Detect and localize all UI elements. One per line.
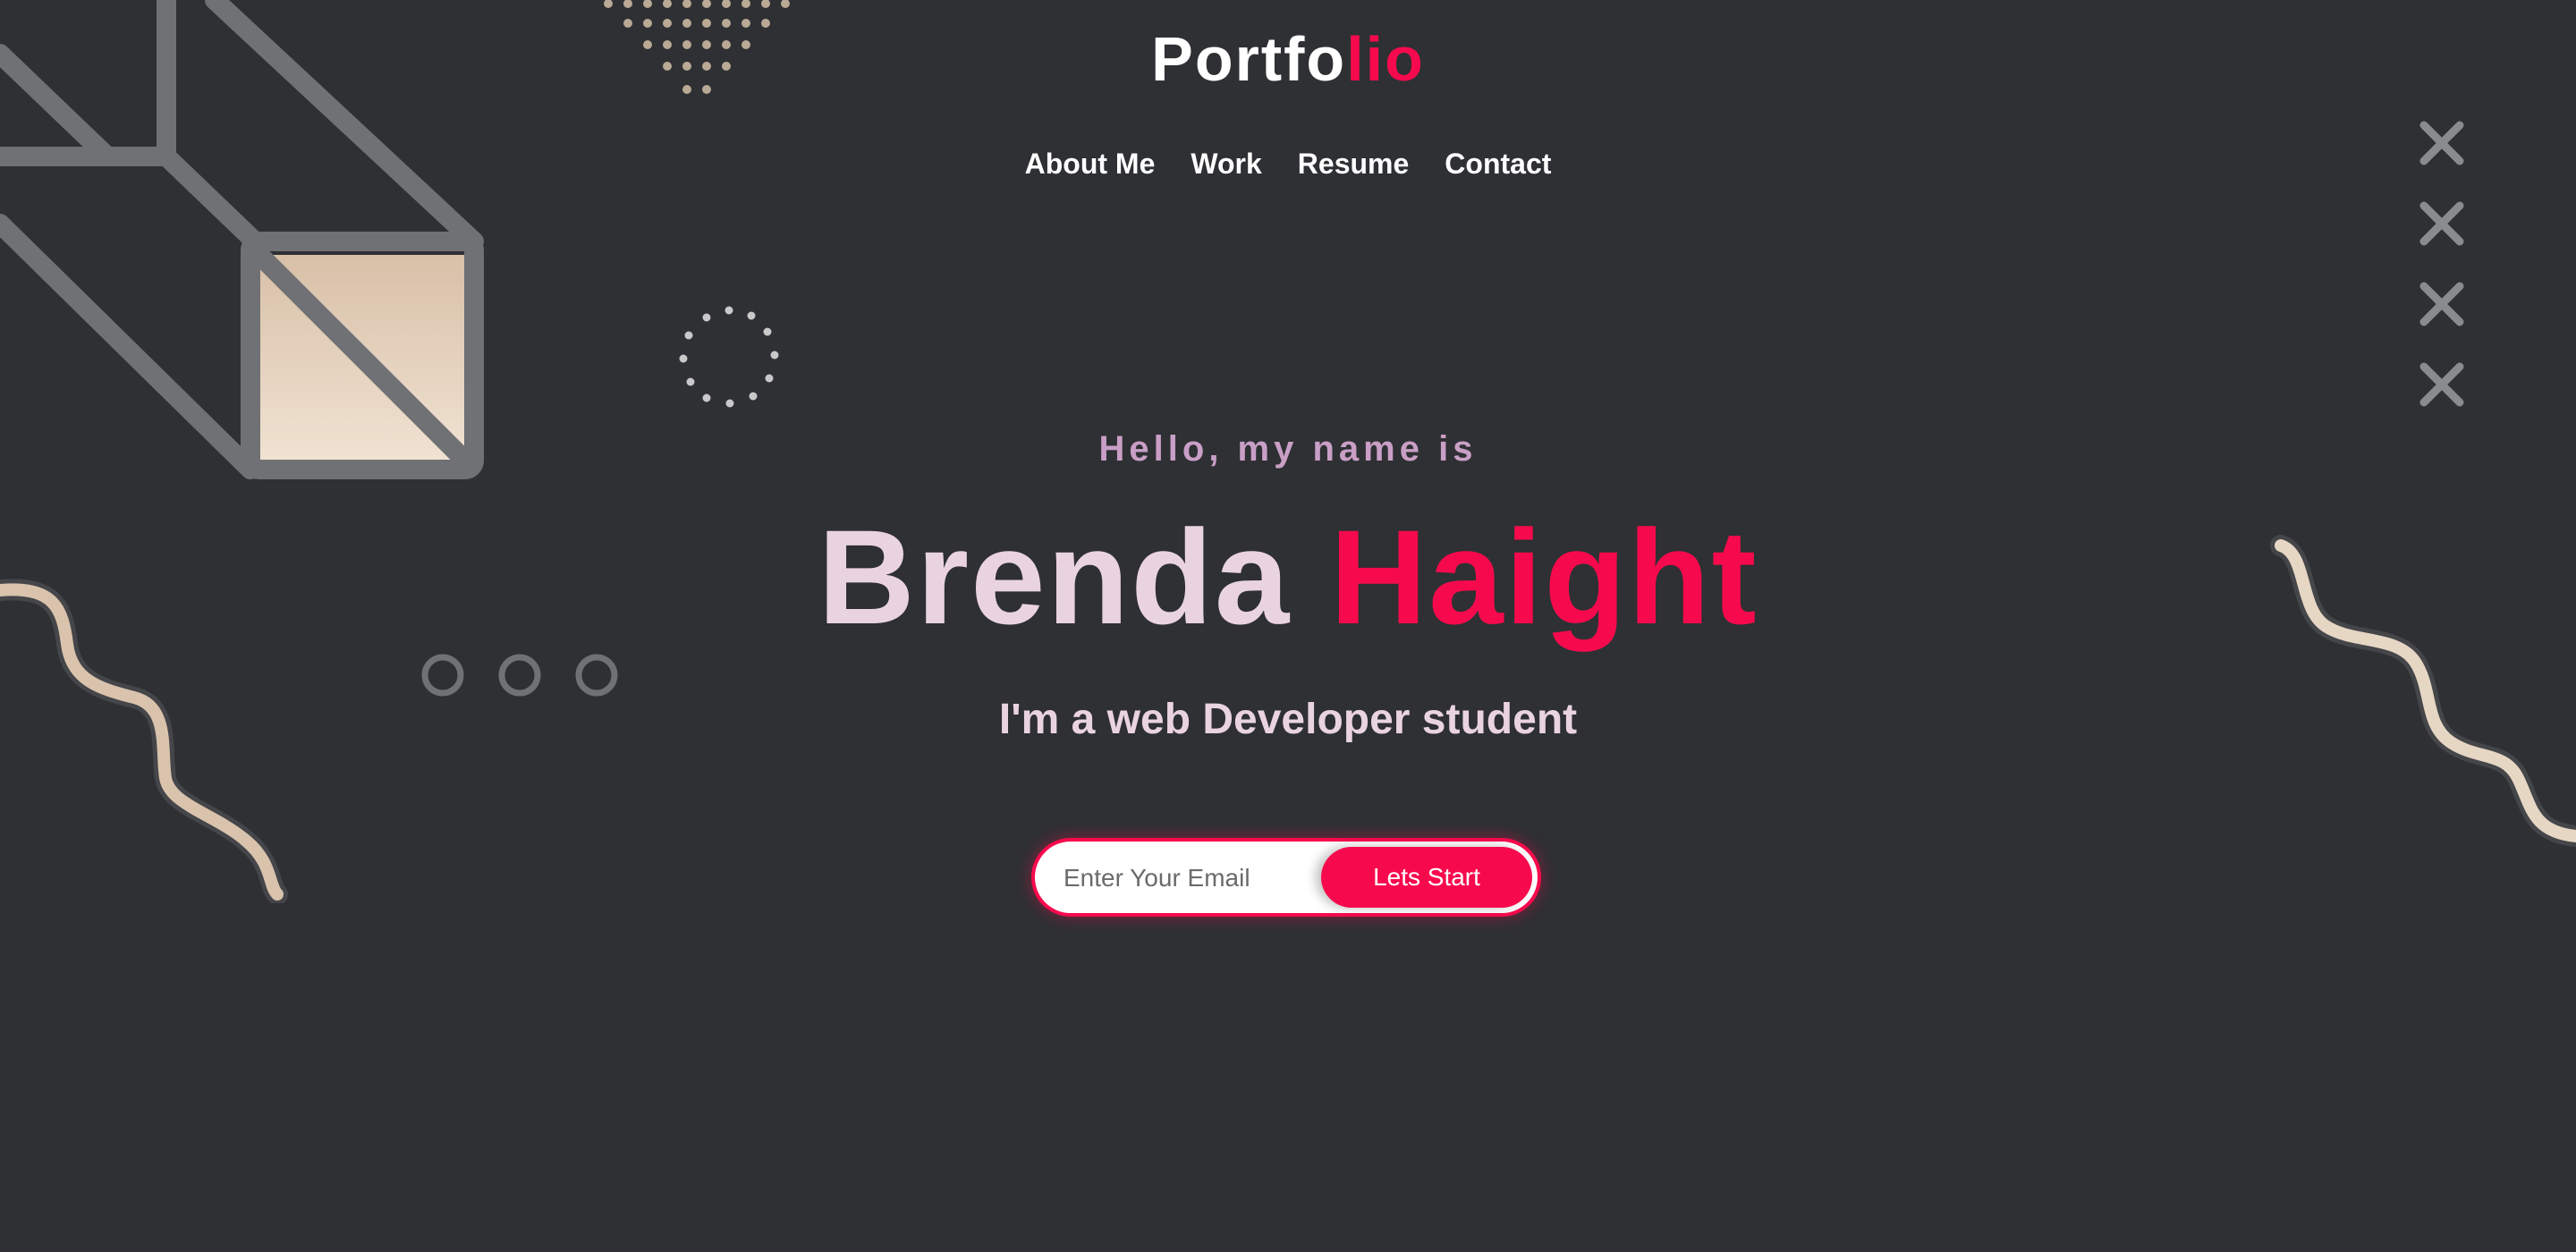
lets-start-button[interactable]: Lets Start (1321, 847, 1532, 908)
hero-last-name: Haight (1329, 502, 1758, 652)
email-signup-form: Lets Start (1031, 838, 1541, 917)
hero-first-name: Brenda (818, 502, 1292, 652)
site-logo[interactable]: Portfolio (0, 23, 2576, 95)
main-nav: About Me Work Resume Contact (0, 145, 2576, 182)
nav-link-work[interactable]: Work (1191, 145, 1261, 182)
logo-main-text: Portfo (1151, 24, 1347, 94)
nav-link-contact[interactable]: Contact (1445, 145, 1551, 182)
hero-tagline: I'm a web Developer student (998, 696, 1578, 743)
dotted-ring-decoration (679, 306, 779, 408)
nav-link-about[interactable]: About Me (1025, 145, 1156, 182)
logo-accent-text: lio (1346, 24, 1425, 94)
hero-greeting: Hello, my name is (1098, 429, 1478, 469)
email-input[interactable] (1062, 854, 1316, 902)
nav-link-resume[interactable]: Resume (1298, 145, 1410, 182)
portfolio-page: Portfolio About Me Work Resume Contact H… (0, 0, 2576, 1252)
hero-name: Brenda Haight (0, 501, 2576, 653)
